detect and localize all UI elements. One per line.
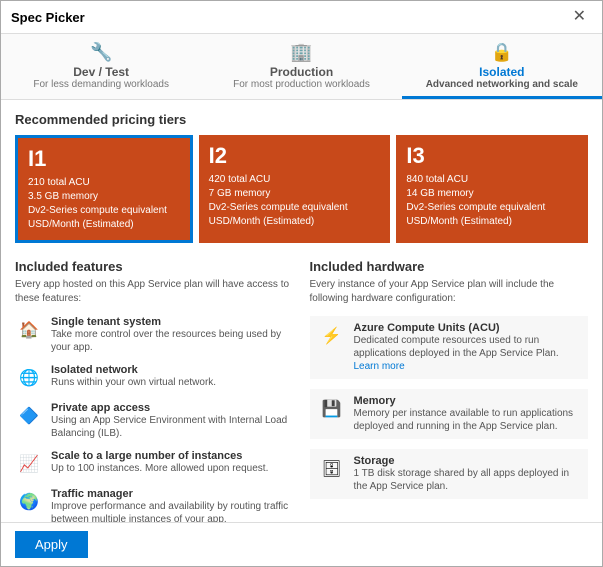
tier-i3-acu: 840 total ACU <box>406 173 578 187</box>
pricing-section-title: Recommended pricing tiers <box>15 112 588 127</box>
memory-desc: Memory per instance available to run app… <box>354 407 581 433</box>
hardware-memory: 💾 Memory Memory per instance available t… <box>310 389 589 439</box>
tier-i1-memory: 3.5 GB memory <box>28 190 180 204</box>
tier-i2-compute: Dv2-Series compute equivalent <box>209 201 381 215</box>
tab-dev-test[interactable]: 🔧 Dev / Test For less demanding workload… <box>1 34 201 99</box>
tab-isolated-title: Isolated <box>479 65 524 79</box>
acu-name: Azure Compute Units (ACU) <box>354 322 581 334</box>
tier-i1-acu: 210 total ACU <box>28 176 180 190</box>
tier-i3-compute: Dv2-Series compute equivalent <box>406 201 578 215</box>
private-access-name: Private app access <box>51 402 294 414</box>
single-tenant-icon: 🏠 <box>15 316 43 344</box>
storage-desc: 1 TB disk storage shared by all apps dep… <box>354 467 581 493</box>
feature-scale: 📈 Scale to a large number of instances U… <box>15 450 294 478</box>
tab-isolated-subtitle: Advanced networking and scale <box>426 79 578 90</box>
production-icon: 🏢 <box>290 42 312 63</box>
features-title: Included features <box>15 259 294 274</box>
acu-desc: Dedicated compute resources used to run … <box>354 334 581 373</box>
apply-button[interactable]: Apply <box>15 531 88 558</box>
close-button[interactable]: ✕ <box>567 7 592 27</box>
scale-icon: 📈 <box>15 450 43 478</box>
scale-desc: Up to 100 instances. More allowed upon r… <box>51 462 268 475</box>
isolated-network-icon: 🌐 <box>15 364 43 392</box>
tab-dev-test-subtitle: For less demanding workloads <box>33 79 169 90</box>
pricing-section: Recommended pricing tiers I1 210 total A… <box>15 112 588 243</box>
tier-i2-memory: 7 GB memory <box>209 187 381 201</box>
hardware-storage: 🗄 Storage 1 TB disk storage shared by al… <box>310 449 589 499</box>
traffic-manager-desc: Improve performance and availability by … <box>51 500 294 522</box>
feature-isolated-network: 🌐 Isolated network Runs within your own … <box>15 364 294 392</box>
feature-single-tenant: 🏠 Single tenant system Take more control… <box>15 316 294 354</box>
tier-i1-id: I1 <box>28 146 180 172</box>
tier-i3[interactable]: I3 840 total ACU 14 GB memory Dv2-Series… <box>396 135 588 243</box>
tier-i1[interactable]: I1 210 total ACU 3.5 GB memory Dv2-Serie… <box>18 138 190 240</box>
memory-icon: 💾 <box>318 395 346 423</box>
tier-i1-wrapper: I1 210 total ACU 3.5 GB memory Dv2-Serie… <box>15 135 193 243</box>
tab-production-title: Production <box>270 65 333 79</box>
storage-name: Storage <box>354 455 581 467</box>
tab-production-subtitle: For most production workloads <box>233 79 370 90</box>
private-access-icon: 🔷 <box>15 402 43 430</box>
tier-i3-memory: 14 GB memory <box>406 187 578 201</box>
tier-i1-compute: Dv2-Series compute equivalent <box>28 204 180 218</box>
tier-i3-price: USD/Month (Estimated) <box>406 215 578 229</box>
tier-i2-price: USD/Month (Estimated) <box>209 215 381 229</box>
tab-production[interactable]: 🏢 Production For most production workloa… <box>201 34 401 99</box>
hardware-subtitle: Every instance of your App Service plan … <box>310 278 589 306</box>
tier-i1-price: USD/Month (Estimated) <box>28 218 180 232</box>
hardware-acu: ⚡ Azure Compute Units (ACU) Dedicated co… <box>310 316 589 379</box>
tier-i2-id: I2 <box>209 143 381 169</box>
footer: Apply <box>1 522 602 566</box>
features-col: Included features Every app hosted on th… <box>15 259 294 522</box>
tier-i2[interactable]: I2 420 total ACU 7 GB memory Dv2-Series … <box>199 135 391 243</box>
isolated-network-desc: Runs within your own virtual network. <box>51 376 216 389</box>
window-title: Spec Picker <box>11 10 85 25</box>
feature-traffic-manager: 🌍 Traffic manager Improve performance an… <box>15 488 294 522</box>
details-section: Included features Every app hosted on th… <box>15 259 588 522</box>
scale-name: Scale to a large number of instances <box>51 450 268 462</box>
traffic-manager-icon: 🌍 <box>15 488 43 516</box>
main-content: Recommended pricing tiers I1 210 total A… <box>1 100 602 522</box>
hardware-title: Included hardware <box>310 259 589 274</box>
private-access-desc: Using an App Service Environment with In… <box>51 414 294 440</box>
isolated-network-name: Isolated network <box>51 364 216 376</box>
tab-dev-test-title: Dev / Test <box>73 65 129 79</box>
single-tenant-name: Single tenant system <box>51 316 294 328</box>
acu-icon: ⚡ <box>318 322 346 350</box>
acu-learn-more-link[interactable]: Learn more <box>354 361 405 372</box>
tab-bar: 🔧 Dev / Test For less demanding workload… <box>1 34 602 100</box>
storage-icon: 🗄 <box>318 455 346 483</box>
features-subtitle: Every app hosted on this App Service pla… <box>15 278 294 306</box>
hardware-col: Included hardware Every instance of your… <box>310 259 589 522</box>
tier-i2-acu: 420 total ACU <box>209 173 381 187</box>
pricing-tiers: I1 210 total ACU 3.5 GB memory Dv2-Serie… <box>15 135 588 243</box>
title-bar: Spec Picker ✕ <box>1 1 602 34</box>
tier-i3-id: I3 <box>406 143 578 169</box>
memory-name: Memory <box>354 395 581 407</box>
tab-isolated[interactable]: 🔒 Isolated Advanced networking and scale <box>402 34 602 99</box>
isolated-icon: 🔒 <box>491 42 513 63</box>
single-tenant-desc: Take more control over the resources bei… <box>51 328 294 354</box>
spec-picker-window: Spec Picker ✕ 🔧 Dev / Test For less dema… <box>0 0 603 567</box>
dev-test-icon: 🔧 <box>90 42 112 63</box>
feature-private-access: 🔷 Private app access Using an App Servic… <box>15 402 294 440</box>
traffic-manager-name: Traffic manager <box>51 488 294 500</box>
